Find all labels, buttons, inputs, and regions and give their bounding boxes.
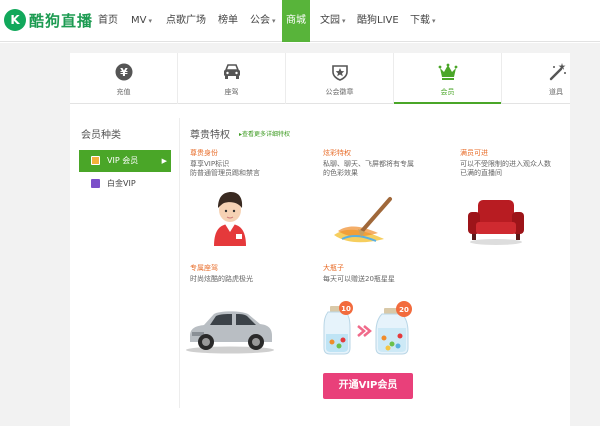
- tab-label: 充值: [116, 88, 131, 96]
- armchair-icon: [466, 196, 526, 246]
- crown-icon: [438, 63, 458, 81]
- site-logo[interactable]: K 酷狗直播: [4, 9, 93, 31]
- feature-title: 尊贵身份: [190, 149, 218, 157]
- feature-desc-line: 时尚炫酷的路虎极光: [190, 275, 253, 283]
- sidebar-title: 会员种类: [81, 130, 121, 141]
- nav-label: 点歌广场: [166, 15, 206, 26]
- platinum-badge-icon: [91, 179, 100, 188]
- nav-item-download[interactable]: 下载 ▾: [410, 0, 436, 42]
- top-nav: K 酷狗直播 首页 MV ▾ 点歌广场 榜单 公会 ▾ 商城 文园 ▾ 酷狗LIVE …: [0, 0, 600, 42]
- svg-text:¥: ¥: [120, 66, 128, 79]
- nav-item-kugou-live[interactable]: 酷狗LIVE: [357, 0, 399, 42]
- feature-desc-line: 的色彩效果: [323, 169, 358, 177]
- tab-car[interactable]: 座驾: [178, 53, 285, 104]
- chevron-down-icon: ▾: [148, 17, 152, 25]
- nav-label: 文园: [320, 15, 340, 26]
- privileges-title: 尊贵特权: [190, 130, 230, 141]
- star-jar-icon: 10 20: [322, 298, 416, 356]
- category-tabs: ¥ 充值 座驾 公会徽章 会员 道具: [70, 53, 570, 104]
- magic-wand-icon: [547, 63, 567, 81]
- suv-car-icon: [184, 306, 276, 354]
- brush-icon: [332, 195, 394, 247]
- nav-item-song-square[interactable]: 点歌广场: [166, 0, 206, 42]
- tab-label: 座驾: [224, 88, 239, 96]
- nav-item-wenyuan[interactable]: 文园 ▾: [320, 0, 346, 42]
- avatar-icon: [210, 190, 250, 246]
- sidebar-item-vip[interactable]: VIP 会员 ▶: [79, 150, 171, 172]
- car-icon: [222, 63, 242, 81]
- nav-item-shop[interactable]: 商城: [282, 0, 310, 42]
- chevron-down-icon: ▾: [432, 17, 436, 25]
- feature-title: 满员可进: [460, 149, 488, 157]
- nav-label: 公会: [250, 15, 270, 26]
- nav-label: 酷狗LIVE: [357, 15, 399, 26]
- feature-desc-line: 私聊、聊天、飞屏都将有专属: [323, 160, 414, 168]
- jar-count-after: 20: [399, 306, 409, 314]
- nav-label: 首页: [98, 15, 118, 26]
- sidebar-item-label: 白金VIP: [107, 179, 136, 188]
- nav-label: 榜单: [218, 15, 238, 26]
- open-vip-button[interactable]: 开通VIP会员: [323, 373, 413, 399]
- nav-label: 下载: [410, 15, 430, 26]
- feature-desc-line: 可以不受限制的进入观众人数: [460, 160, 551, 168]
- nav-item-charts[interactable]: 榜单: [218, 0, 238, 42]
- tab-label: 会员: [440, 88, 455, 96]
- feature-desc-line: 尊享VIP标识: [190, 160, 230, 168]
- yen-coin-icon: ¥: [115, 63, 133, 81]
- tab-membership[interactable]: 会员: [394, 53, 501, 104]
- badge-medal-icon: [331, 63, 349, 81]
- jar-count-before: 10: [341, 305, 351, 313]
- vip-badge-icon: [91, 156, 100, 165]
- feature-desc-line: 防普通管理员踢和禁言: [190, 169, 260, 177]
- brand-name: 酷狗直播: [29, 11, 94, 30]
- feature-desc-line: 已满的直播间: [460, 169, 502, 177]
- chevron-down-icon: ▾: [342, 17, 346, 25]
- logo-icon: K: [4, 9, 26, 31]
- sidebar-divider: [179, 118, 180, 408]
- nav-item-mv[interactable]: MV ▾: [131, 0, 152, 42]
- feature-title: 炫彩特权: [323, 149, 351, 157]
- sidebar-item-label: VIP 会员: [107, 156, 139, 165]
- tab-label: 道具: [549, 88, 563, 96]
- nav-label: MV: [131, 15, 147, 26]
- feature-title: 大瓶子: [323, 264, 344, 272]
- more-privileges-link[interactable]: ▸查看更多详细特权: [239, 129, 290, 138]
- feature-desc-line: 每天可以赠送20瓶星星: [323, 275, 395, 283]
- tab-guild-badge[interactable]: 公会徽章: [286, 53, 393, 104]
- chevron-down-icon: ▾: [272, 17, 276, 25]
- arrow-right-icon: ▶: [161, 157, 167, 165]
- nav-item-guild[interactable]: 公会 ▾: [250, 0, 276, 42]
- nav-label: 商城: [286, 15, 306, 26]
- feature-title: 专属座驾: [190, 264, 218, 272]
- tab-recharge[interactable]: ¥ 充值: [70, 53, 177, 104]
- nav-item-home[interactable]: 首页: [98, 0, 118, 42]
- sidebar-item-platinum-vip[interactable]: 白金VIP: [79, 173, 171, 195]
- tab-label: 公会徽章: [325, 88, 354, 96]
- tab-props[interactable]: 道具: [502, 53, 570, 104]
